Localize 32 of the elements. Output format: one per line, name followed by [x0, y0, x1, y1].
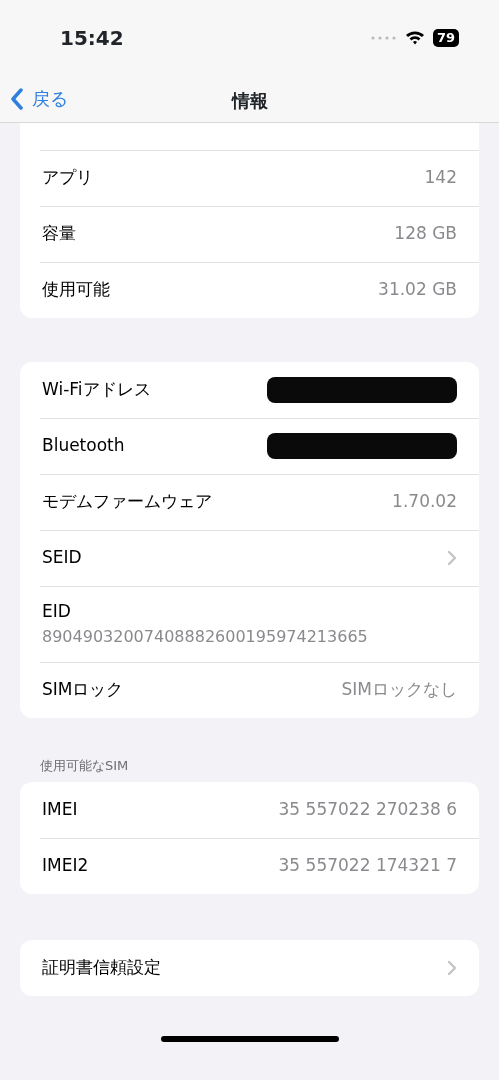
- cellular-signal-icon: [370, 35, 397, 40]
- back-chevron-icon: [10, 87, 24, 110]
- clock-time: 15:42: [60, 24, 124, 52]
- row-label: 使用可能: [42, 278, 110, 302]
- row-value: 142: [424, 166, 457, 190]
- chevron-icon: [447, 959, 457, 976]
- list-row[interactable]: SEID: [20, 530, 479, 586]
- battery-level: 79: [432, 28, 459, 47]
- wifi-icon: [404, 30, 425, 45]
- row-label: Wi-Fiアドレス: [42, 378, 151, 402]
- row-label: アプリ: [42, 166, 93, 190]
- section-header: 使用可能なSIM: [39, 757, 130, 775]
- row-label: SEID: [42, 546, 82, 570]
- row-value: 31.02 GB: [378, 278, 457, 302]
- row-label: SIMロック: [42, 678, 124, 702]
- row-value: 89049032007408882600195974213665: [42, 625, 369, 648]
- row-label: EID: [42, 600, 72, 624]
- row-value: 35 557022 270238 6: [278, 797, 457, 821]
- page-title: 情報: [231, 89, 268, 113]
- row-label: 容量: [42, 222, 76, 246]
- row-label: モデムファームウェア: [42, 490, 212, 514]
- row-value: 35 557022 174321 7: [278, 853, 457, 877]
- list-row[interactable]: 証明書信頼設定: [20, 939, 479, 996]
- row-value: 1.70.02: [392, 490, 457, 514]
- row-label: IMEI: [42, 797, 78, 821]
- row-label: IMEI2: [42, 853, 89, 877]
- back-button[interactable]: 戻る: [0, 85, 68, 112]
- row-value: SIMロックなし: [341, 678, 457, 702]
- row-label: Bluetooth: [42, 434, 125, 458]
- chevron-icon: [447, 550, 457, 566]
- row-value: 128 GB: [394, 222, 457, 246]
- row-label: 証明書信頼設定: [42, 955, 161, 979]
